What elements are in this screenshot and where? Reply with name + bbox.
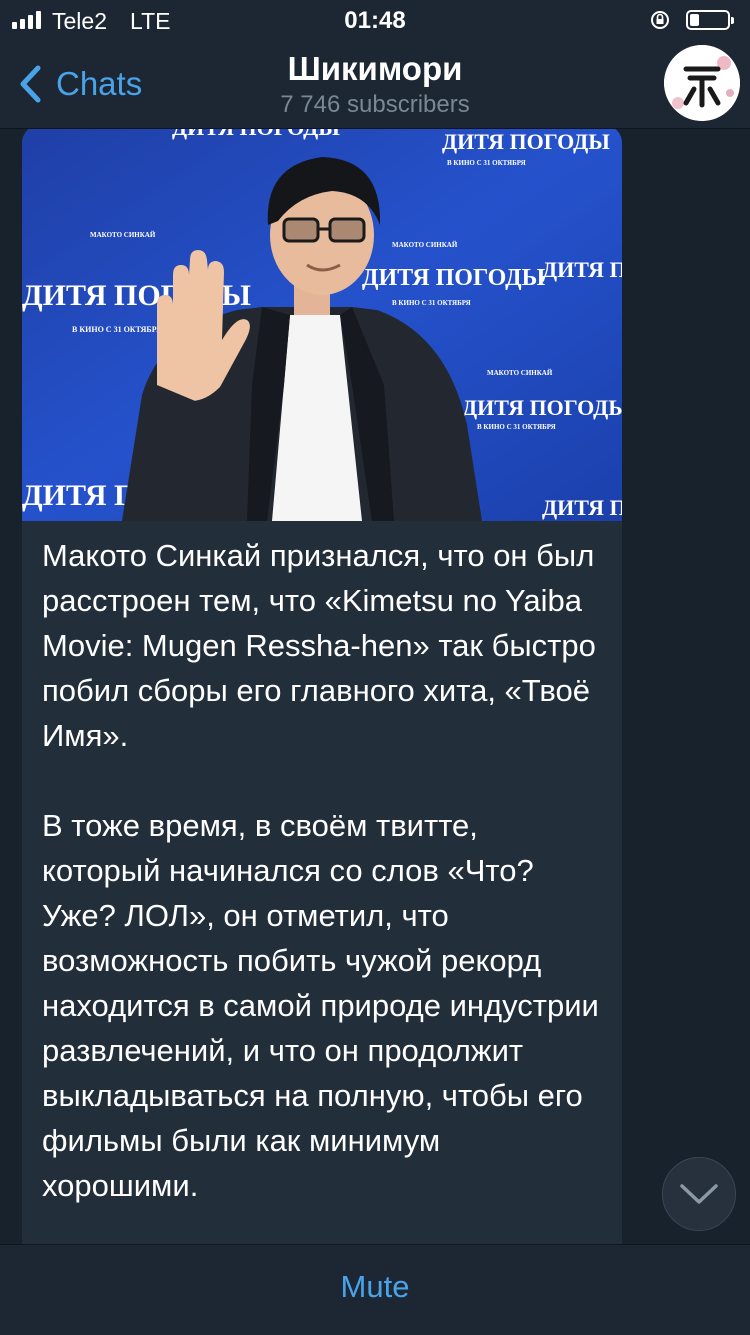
- banner-text: МАКОТО СИНКАЙ: [90, 231, 156, 239]
- subscriber-count: 7 746 subscribers: [280, 91, 470, 118]
- banner-text: МАКОТО СИНКАЙ: [392, 241, 458, 249]
- banner-text: В КИНО С 31 ОКТЯБРЯ: [477, 423, 556, 431]
- message-bubble[interactable]: ДИТЯ ПОГОДЫ ДИТЯ ПОГОДЫ В КИНО С 31 ОКТЯ…: [22, 129, 622, 1244]
- bottom-bar: Mute: [0, 1244, 750, 1335]
- channel-title: Шикимори: [287, 50, 463, 87]
- banner-text: ДИТЯ ПОГОДЫ: [462, 395, 622, 420]
- battery-icon: [686, 10, 734, 30]
- banner-text: ДИТЯ ПОГОДЫ: [442, 129, 610, 154]
- banner-text: ДИТЯ ПОГОДЫ: [542, 257, 622, 282]
- banner-text: В КИНО С 31 ОКТЯБРЯ: [72, 325, 162, 334]
- status-bar: Tele2 LTE 01:48: [0, 0, 750, 40]
- channel-header[interactable]: Шикимори 7 746 subscribers: [0, 50, 750, 119]
- banner-text: ДИТЯ ПОГОДЫ: [362, 265, 546, 291]
- message-paragraph: Макото Синкай признался, что он был расс…: [42, 538, 596, 753]
- status-time: 01:48: [344, 7, 406, 34]
- message-photo[interactable]: ДИТЯ ПОГОДЫ ДИТЯ ПОГОДЫ В КИНО С 31 ОКТЯ…: [22, 129, 622, 521]
- navigation-bar: Chats Шикимори 7 746 subscribers: [0, 40, 750, 129]
- banner-text: МАКОТО СИНКАЙ: [487, 369, 553, 377]
- scroll-to-bottom-button[interactable]: [662, 1157, 736, 1231]
- message-paragraph: В тоже время, в своём твитте, который на…: [42, 808, 599, 1203]
- chat-area[interactable]: ДИТЯ ПОГОДЫ ДИТЯ ПОГОДЫ В КИНО С 31 ОКТЯ…: [0, 129, 750, 1244]
- banner-text: В КИНО С 31 ОКТЯБРЯ: [392, 299, 471, 307]
- banner-text: ДИТЯ ПОГОДЫ: [172, 129, 340, 140]
- channel-avatar[interactable]: [664, 45, 740, 121]
- message-text: Макото Синкай признался, что он был расс…: [42, 533, 604, 1244]
- banner-text: ДИТЯ ПОГОДЫ: [542, 495, 622, 520]
- banner-text: В КИНО С 31 ОКТЯБРЯ: [447, 159, 526, 167]
- mute-button[interactable]: Mute: [0, 1269, 750, 1305]
- lock-rotation-icon: [651, 11, 669, 29]
- channel-avatar-icon: [664, 45, 740, 121]
- chevron-down-icon: [680, 1184, 718, 1204]
